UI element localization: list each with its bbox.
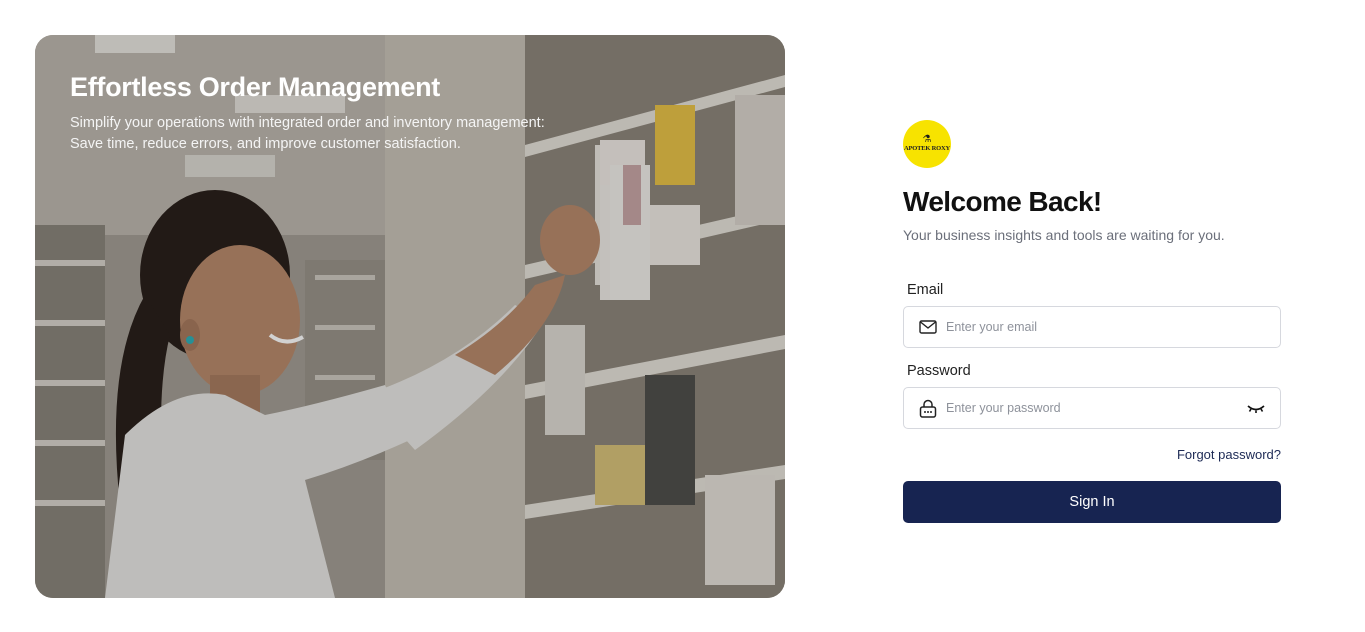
eye-closed-icon[interactable] <box>1246 400 1266 416</box>
page-subtitle: Your business insights and tools are wai… <box>903 227 1225 243</box>
email-input[interactable] <box>946 320 1226 334</box>
password-input[interactable] <box>946 401 1226 415</box>
brand-logo: ⚗ APOTEK ROXY <box>903 120 951 168</box>
forgot-password-link[interactable]: Forgot password? <box>903 447 1281 462</box>
hero-title: Effortless Order Management <box>70 72 440 102</box>
hero-image-panel: Effortless Order Management Simplify you… <box>35 35 785 598</box>
mail-icon <box>918 317 938 337</box>
email-field-container[interactable] <box>903 306 1281 348</box>
lock-icon <box>918 398 938 418</box>
hero-text: Effortless Order Management Simplify you… <box>70 71 630 155</box>
hero-subtitle-line-1: Simplify your operations with integrated… <box>70 115 545 131</box>
sign-in-button[interactable]: Sign In <box>903 481 1281 523</box>
login-panel: ⚗ APOTEK ROXY Welcome Back! Your busines… <box>903 120 1283 523</box>
email-label: Email <box>907 282 944 298</box>
password-field-container[interactable] <box>903 387 1281 429</box>
password-label: Password <box>907 363 971 379</box>
hero-subtitle: Simplify your operations with integrated… <box>70 113 630 155</box>
hero-subtitle-line-2: Save time, reduce errors, and improve cu… <box>70 136 461 152</box>
mortar-pestle-icon: ⚗ <box>922 134 932 145</box>
page-title: Welcome Back! <box>903 186 1102 217</box>
logo-text: APOTEK ROXY <box>903 145 950 152</box>
